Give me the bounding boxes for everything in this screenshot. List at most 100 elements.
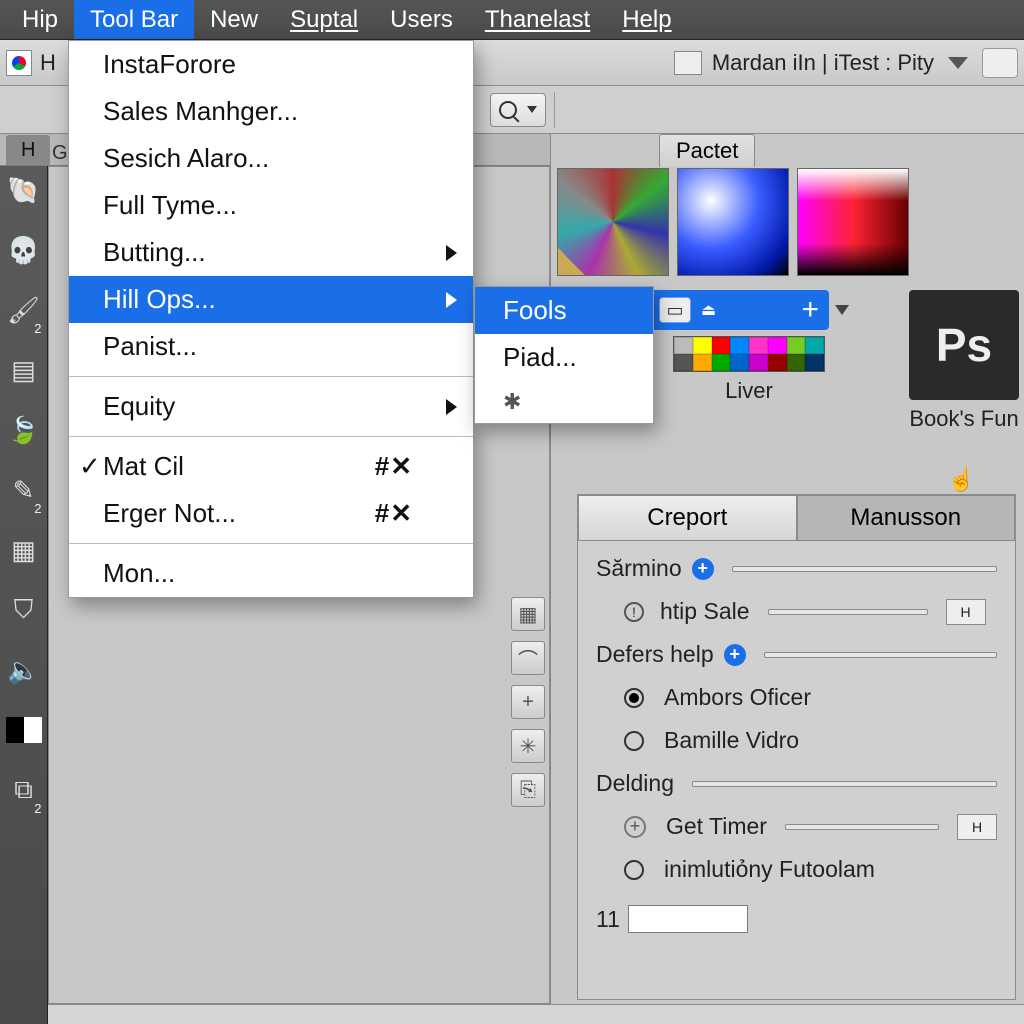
canvas-btn-2[interactable]: ⌒ (511, 641, 545, 675)
canvas-side-buttons: ▦ ⌒ + ✳ ⎘ (511, 597, 545, 807)
label-htip: htip Sale (660, 598, 750, 625)
tab-creport[interactable]: Creport (578, 495, 797, 540)
tab-pactet[interactable]: Pactet (659, 134, 755, 167)
menu-suptal[interactable]: Suptal (274, 0, 374, 39)
brush-slot-icon: ▭ (659, 297, 691, 323)
radio-inim[interactable] (624, 860, 644, 880)
tool-strip: 🐚 💀 🖌2 ▤ 🍃 ✎2 ▦ ⛉ 🔈 ⧉2 (0, 166, 48, 1024)
tool-speaker[interactable]: 🔈 (4, 650, 44, 690)
swatch-previews (557, 168, 909, 276)
menu-item[interactable]: Mon... (69, 550, 473, 597)
mini-swatch-grid[interactable] (673, 336, 825, 372)
menu-hip[interactable]: Hip (6, 0, 74, 39)
value-htip[interactable]: H (946, 599, 986, 625)
menu-item[interactable]: Full Tyme... (69, 182, 473, 229)
menu-new[interactable]: New (194, 0, 274, 39)
radio-ambors[interactable] (624, 688, 644, 708)
brush-preset-header[interactable]: ▭ ⏏ + (649, 290, 829, 330)
ps-logo[interactable]: Ps (909, 290, 1019, 400)
menu-thanelast[interactable]: Thanelast (469, 0, 606, 39)
tool-brush[interactable]: 🖌2 (4, 290, 44, 330)
tool-grid[interactable]: ▦ (4, 530, 44, 570)
brush-label-books: Book's Fun (909, 406, 1018, 432)
slider-defers[interactable] (764, 652, 997, 658)
brush-presets: ▭ ⏏ + Liver Ps Book's Fun (649, 290, 1019, 432)
slider-sarmino[interactable] (732, 566, 997, 572)
tool-badge: 2 (34, 321, 41, 336)
radio-bamille[interactable] (624, 731, 644, 751)
tool-shell[interactable]: 🐚 (4, 170, 44, 210)
label-inim: inimlutiỏny Futoolam (664, 856, 875, 883)
submenu-item[interactable]: Piad... (475, 334, 653, 381)
menu-item[interactable]: Panist... (69, 323, 473, 370)
usb-icon: ⏏ (701, 300, 716, 320)
right-panels: Pactet ▭ ⏏ + Liver Ps Book's Fun ☝ (550, 134, 1024, 1004)
label-delding: Delding (596, 770, 674, 797)
plus-icon[interactable]: + (801, 293, 819, 327)
value-gettimer[interactable]: H (957, 814, 997, 840)
chevron-down-icon[interactable] (835, 305, 849, 315)
slider-gettimer[interactable] (785, 824, 939, 830)
tool-panel-icon[interactable]: ▤ (4, 350, 44, 390)
toolbar-dropdown: InstaFororeSales Manhger...Sesich Alaro.… (68, 40, 474, 598)
app-title-left: H (40, 50, 56, 76)
tab-h[interactable]: H (6, 135, 50, 165)
workspace-collapse-button[interactable] (982, 48, 1018, 78)
properties-panel: ☝ Creport Manusson Sărmino+ !htip SaleH … (577, 494, 1016, 1000)
slider-htip[interactable] (768, 609, 928, 615)
canvas-btn-plus[interactable]: + (511, 685, 545, 719)
menu-item[interactable]: Equity (69, 383, 473, 430)
swatch-hue[interactable] (797, 168, 909, 276)
tool-badge: 2 (34, 801, 41, 816)
workspace-dropdown-icon[interactable] (948, 57, 968, 69)
toolbar-submenu: FoolsPiad...✱ (474, 286, 654, 424)
menu-tool-bar[interactable]: Tool Bar (74, 0, 194, 39)
menu-users[interactable]: Users (374, 0, 469, 39)
menu-item[interactable]: Butting... (69, 229, 473, 276)
text-field[interactable] (628, 905, 748, 933)
chevron-down-icon (527, 106, 537, 113)
hand-icon[interactable]: ☝ (948, 467, 975, 493)
submenu-item[interactable]: Fools (475, 287, 653, 334)
menubar: Hip Tool Bar New Suptal Users Thanelast … (0, 0, 1024, 40)
mode-label: Mardan iIn | iTest : Pity (712, 50, 934, 76)
menu-item[interactable]: InstaForore (69, 41, 473, 88)
label-sarmino: Sărmino (596, 555, 682, 582)
color-swatch[interactable] (4, 710, 44, 750)
canvas-btn-1[interactable]: ▦ (511, 597, 545, 631)
label-gettimer: Get Timer (666, 813, 767, 840)
add-icon[interactable]: + (692, 558, 714, 580)
canvas-btn-doc[interactable]: ⎘ (511, 773, 545, 807)
swatch-pixel[interactable] (557, 168, 669, 276)
menu-item[interactable]: Sesich Alaro... (69, 135, 473, 182)
swatch-blue[interactable] (677, 168, 789, 276)
tool-leaf[interactable]: 🍃 (4, 410, 44, 450)
app-icon (6, 50, 32, 76)
label-bamille: Bamille Vidro (664, 727, 799, 754)
menu-item[interactable]: Mat Cil#✕ (69, 443, 473, 490)
menu-item[interactable]: Erger Not...#✕ (69, 490, 473, 537)
tool-wand[interactable]: ✎2 (4, 470, 44, 510)
info-icon: ! (624, 602, 644, 622)
options-separator (554, 92, 555, 128)
submenu-item[interactable]: ✱ (475, 381, 653, 423)
brush-label-liver: Liver (725, 378, 773, 404)
tool-crop[interactable]: ⧉2 (4, 770, 44, 810)
tool-badge: 2 (34, 501, 41, 516)
canvas-btn-star[interactable]: ✳ (511, 729, 545, 763)
screen-mode-icon[interactable] (674, 51, 702, 75)
tool-skull[interactable]: 💀 (4, 230, 44, 270)
properties-tabs: Creport Manusson (578, 495, 1015, 541)
status-bar (48, 1004, 1024, 1024)
menu-item[interactable]: Hill Ops... (69, 276, 473, 323)
label-eleven: 11 (596, 906, 620, 933)
add-icon[interactable]: + (724, 644, 746, 666)
search-button[interactable] (490, 93, 546, 127)
add-grey-icon[interactable]: + (624, 816, 646, 838)
menu-help[interactable]: Help (606, 0, 687, 39)
label-defers: Defers help (596, 641, 714, 668)
tool-shield[interactable]: ⛉ (4, 590, 44, 630)
slider-delding[interactable] (692, 781, 997, 787)
tab-manusson[interactable]: Manusson (797, 495, 1016, 540)
menu-item[interactable]: Sales Manhger... (69, 88, 473, 135)
